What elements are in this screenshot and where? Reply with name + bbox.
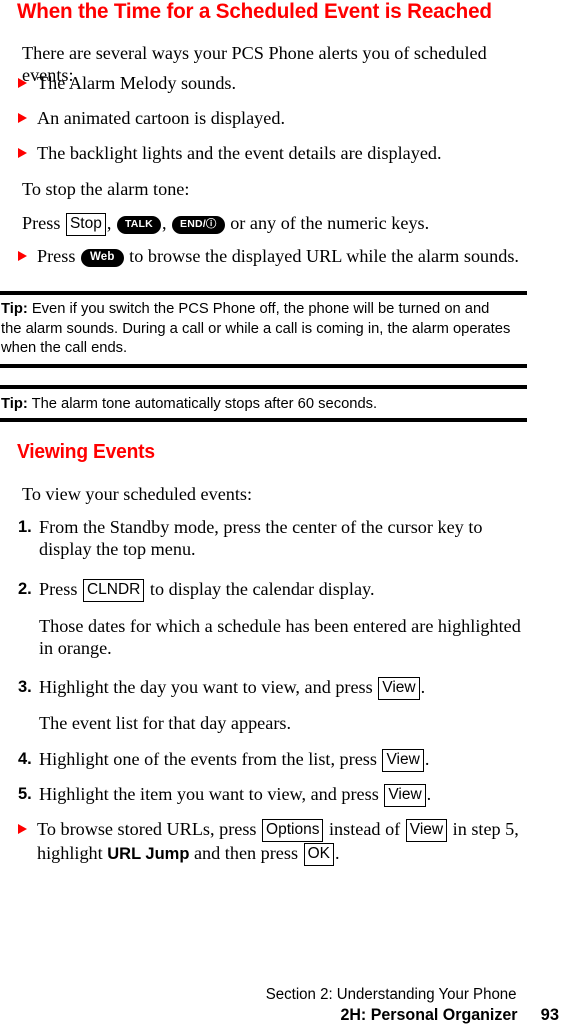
- softkey-view[interactable]: View: [384, 784, 426, 807]
- tip-rule-bottom: [0, 418, 527, 422]
- viewing-lead: To view your scheduled events:: [22, 484, 253, 504]
- section-title: Viewing Events: [17, 441, 155, 463]
- tip-text: Tip: Even if you switch the PCS Phone of…: [1, 299, 513, 358]
- step-prefix: Highlight the day you want to view, and …: [39, 677, 373, 697]
- list-item: An animated cartoon is displayed.: [18, 107, 538, 129]
- step-label: Highlight the item you want to view, and…: [39, 783, 538, 807]
- triangle-bullet-icon: [18, 251, 27, 261]
- step-number: 1.: [18, 518, 32, 536]
- stop-alarm-lead: To stop the alarm tone:: [22, 179, 190, 199]
- step-suffix: .: [424, 749, 430, 769]
- step2-note: Those dates for which a schedule has bee…: [39, 616, 521, 658]
- step-prefix: Highlight one of the events from the lis…: [39, 749, 377, 769]
- step-suffix: .: [420, 677, 426, 697]
- list-item: To browse stored URLs, press Options ins…: [18, 818, 538, 866]
- step-label: Highlight one of the events from the lis…: [39, 748, 538, 772]
- list-item-label: To browse stored URLs, press Options ins…: [37, 818, 538, 866]
- hardkey-talk[interactable]: TALK: [116, 216, 161, 234]
- softkey-options[interactable]: Options: [262, 819, 324, 842]
- step-label: Highlight the day you want to view, and …: [39, 676, 538, 700]
- step-suffix: to display the calendar display.: [149, 579, 375, 599]
- triangle-bullet-icon: [18, 148, 27, 158]
- softkey-view[interactable]: View: [405, 819, 448, 842]
- list-item-label: Press Web to browse the displayed URL wh…: [37, 245, 538, 267]
- tip-text: Tip: The alarm tone automatically stops …: [1, 394, 513, 414]
- url-jump-term: URL Jump: [107, 845, 190, 863]
- tip-body: Even if you switch the PCS Phone off, th…: [1, 300, 511, 356]
- step-prefix: Highlight the item you want to view, and…: [39, 784, 379, 804]
- stop-alarm-instruction: Press Stop, TALK, END/ⓘ or any of the nu…: [22, 212, 534, 236]
- softkey-view[interactable]: View: [382, 749, 424, 772]
- url-bullet-part5: .: [334, 843, 340, 863]
- list-item: The Alarm Melody sounds.: [18, 72, 538, 94]
- list-item: 4. Highlight one of the events from the …: [18, 748, 538, 772]
- step-label: From the Standby mode, press the center …: [39, 517, 483, 559]
- comma-separator: ,: [106, 213, 112, 233]
- list-item-label: An animated cartoon is displayed.: [37, 108, 285, 128]
- softkey-view[interactable]: View: [378, 677, 420, 700]
- tip-body: The alarm tone automatically stops after…: [31, 395, 378, 412]
- step-number: 4.: [18, 750, 32, 768]
- hardkey-web[interactable]: Web: [80, 249, 124, 267]
- tip-rule-bottom: [0, 364, 527, 368]
- step-number: 5.: [18, 785, 32, 803]
- tip-rule-top: [0, 385, 527, 389]
- softkey-ok[interactable]: OK: [303, 843, 334, 866]
- list-item: Press Web to browse the displayed URL wh…: [18, 245, 538, 267]
- web-bullet-suffix: to browse the displayed URL while the al…: [129, 246, 519, 266]
- press-label: Press: [37, 246, 76, 266]
- url-bullet-part1: To browse stored URLs, press: [37, 819, 257, 839]
- list-item: 2. Press CLNDR to display the calendar d…: [18, 578, 538, 602]
- step-number: 2.: [18, 580, 32, 598]
- page-title: When the Time for a Scheduled Event is R…: [17, 0, 492, 23]
- press-label: Press: [22, 213, 61, 233]
- softkey-stop[interactable]: Stop: [65, 213, 106, 236]
- list-item-label: The backlight lights and the event detai…: [37, 143, 442, 163]
- page-number: 93: [540, 1006, 559, 1024]
- step-suffix: .: [426, 784, 432, 804]
- hardkey-end[interactable]: END/ⓘ: [172, 216, 225, 234]
- softkey-clndr[interactable]: CLNDR: [82, 579, 145, 602]
- press-suffix-label: or any of the numeric keys.: [230, 213, 430, 233]
- list-item: The backlight lights and the event detai…: [18, 142, 538, 164]
- tip-rule-top: [0, 291, 527, 295]
- manual-page: When the Time for a Scheduled Event is R…: [0, 0, 562, 1033]
- triangle-bullet-icon: [18, 113, 27, 123]
- step-number: 3.: [18, 678, 32, 696]
- list-item-label: The Alarm Melody sounds.: [37, 73, 237, 93]
- tip-label: Tip:: [1, 395, 28, 412]
- list-item: 5. Highlight the item you want to view, …: [18, 783, 538, 807]
- list-item: 1. From the Standby mode, press the cent…: [18, 516, 538, 560]
- footer-section-label: Section 2: Understanding Your Phone: [266, 986, 517, 1003]
- press-label: Press: [39, 579, 78, 599]
- footer-chapter-label: 2H: Personal Organizer: [339, 1006, 517, 1024]
- url-bullet-part2: instead of: [329, 819, 401, 839]
- step3-note: The event list for that day appears.: [39, 713, 292, 733]
- tip-label: Tip:: [1, 300, 28, 317]
- list-item: 3. Highlight the day you want to view, a…: [18, 676, 538, 700]
- triangle-bullet-icon: [18, 78, 27, 88]
- comma-separator: ,: [161, 213, 167, 233]
- triangle-bullet-icon: [18, 824, 27, 834]
- url-bullet-part4: and then press: [193, 843, 299, 863]
- step-label: Press CLNDR to display the calendar disp…: [39, 578, 538, 602]
